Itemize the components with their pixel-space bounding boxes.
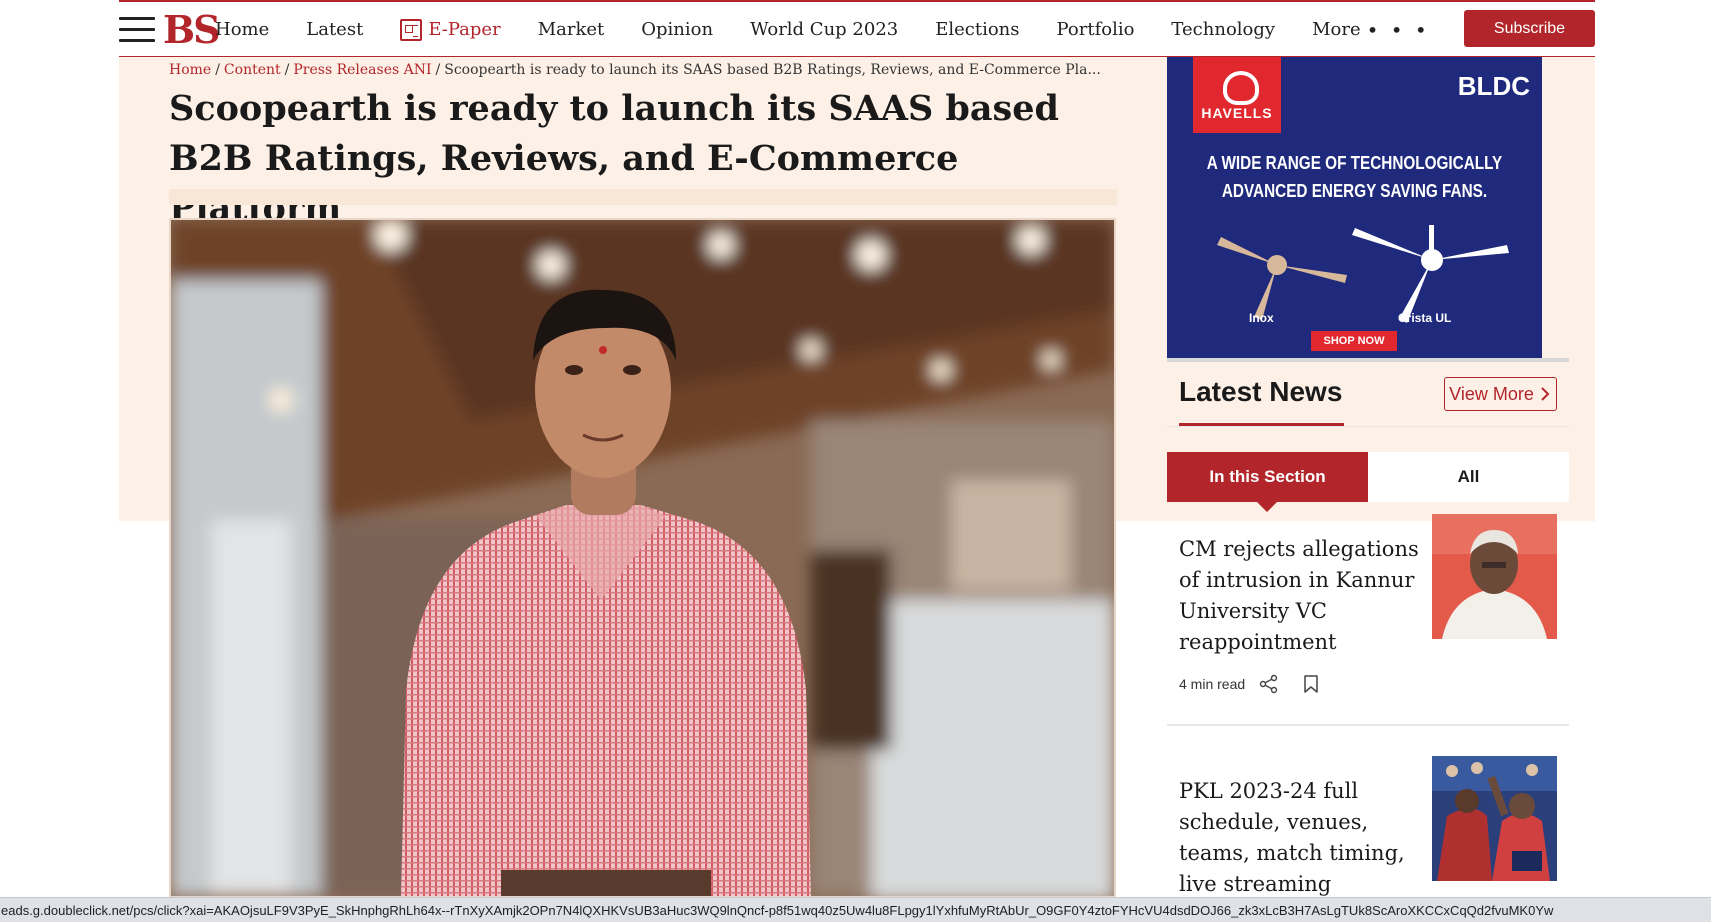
nav-more[interactable]: More • • • bbox=[1312, 18, 1430, 42]
browser-status-bar: eads.g.doubleclick.net/pcs/click?xai=AKA… bbox=[0, 897, 1711, 922]
nav-opinion[interactable]: Opinion bbox=[641, 19, 713, 40]
share-icon[interactable] bbox=[1259, 674, 1279, 694]
subscribe-button[interactable]: Subscribe bbox=[1464, 10, 1595, 47]
title-divider bbox=[169, 189, 1117, 205]
ceiling-fans-image bbox=[1217, 225, 1509, 323]
status-url: eads.g.doubleclick.net/pcs/click?xai=AKA… bbox=[1, 903, 1554, 918]
view-more-button[interactable]: View More bbox=[1444, 377, 1557, 411]
latest-news-divider bbox=[1167, 426, 1569, 427]
latest-news-heading: Latest News bbox=[1179, 376, 1343, 407]
top-navigation: BS Home Latest E-Paper Market Opinion Wo… bbox=[119, 0, 1595, 57]
news-headline[interactable]: PKL 2023-24 full schedule, venues, teams… bbox=[1179, 776, 1419, 900]
main-menu: Home Latest E-Paper Market Opinion World… bbox=[215, 2, 1467, 57]
news-item[interactable]: CM rejects allegations of intrusion in K… bbox=[1179, 514, 1569, 694]
breadcrumb-content[interactable]: Content bbox=[224, 62, 281, 78]
nav-home[interactable]: Home bbox=[215, 19, 269, 40]
breadcrumb-press-releases[interactable]: Press Releases ANI bbox=[293, 62, 431, 78]
ad-divider bbox=[1167, 358, 1569, 362]
nav-market[interactable]: Market bbox=[538, 19, 605, 40]
breadcrumb-current: Scoopearth is ready to launch its SAAS b… bbox=[444, 62, 1101, 78]
bldc-logo: BLDC bbox=[1457, 71, 1530, 101]
site-logo[interactable]: BS bbox=[163, 7, 221, 52]
nav-technology[interactable]: Technology bbox=[1171, 19, 1275, 40]
nav-elections[interactable]: Elections bbox=[935, 19, 1019, 40]
news-thumbnail[interactable] bbox=[1432, 756, 1557, 881]
article-title: Scoopearth is ready to launch its SAAS b… bbox=[169, 88, 1060, 229]
ad-tagline: A WIDE RANGE OF TECHNOLOGICALLY ADVANCED… bbox=[1195, 149, 1514, 205]
hamburger-menu-icon[interactable] bbox=[119, 17, 155, 45]
breadcrumb-separator: / bbox=[215, 62, 220, 78]
nav-portfolio[interactable]: Portfolio bbox=[1057, 19, 1135, 40]
havells-logo: HAVELLS bbox=[1193, 57, 1281, 133]
fan-label-crista: Crista UL bbox=[1398, 311, 1452, 325]
bookmark-icon[interactable] bbox=[1303, 674, 1319, 694]
ad-tagline-line-1: A WIDE RANGE OF TECHNOLOGICALLY bbox=[1206, 153, 1503, 173]
nav-world-cup[interactable]: World Cup 2023 bbox=[750, 19, 898, 40]
nav-more-label: More bbox=[1312, 19, 1361, 40]
news-thumbnail[interactable] bbox=[1432, 514, 1557, 639]
view-more-label: View More bbox=[1449, 383, 1534, 404]
newspaper-icon bbox=[400, 18, 423, 41]
breadcrumb-separator: / bbox=[284, 62, 290, 78]
news-meta: 4 min read bbox=[1179, 674, 1569, 694]
more-dots-icon: • • • bbox=[1366, 17, 1430, 42]
nav-epaper[interactable]: E-Paper bbox=[400, 18, 501, 41]
shop-now-button[interactable]: SHOP NOW bbox=[1311, 331, 1397, 351]
news-headline[interactable]: CM rejects allegations of intrusion in K… bbox=[1179, 534, 1419, 658]
news-item[interactable]: PKL 2023-24 full schedule, venues, teams… bbox=[1179, 756, 1569, 900]
fan-label-inox: Inox bbox=[1249, 311, 1274, 325]
read-time: 4 min read bbox=[1179, 676, 1246, 692]
nav-latest[interactable]: Latest bbox=[306, 19, 363, 40]
nav-epaper-label: E-Paper bbox=[428, 19, 501, 40]
advertisement-banner[interactable]: HAVELLS BLDC A WIDE RANGE OF TECHNOLOGIC… bbox=[1167, 57, 1542, 359]
breadcrumb: Home / Content / Press Releases ANI / Scoopear… bbox=[169, 62, 1101, 78]
tab-in-this-section[interactable]: In this Section bbox=[1167, 452, 1368, 512]
news-divider bbox=[1167, 724, 1569, 726]
chevron-right-icon bbox=[1541, 387, 1550, 401]
tab-all[interactable]: All bbox=[1368, 452, 1569, 502]
article-hero-image bbox=[169, 218, 1116, 898]
section-tabs: In this Section All bbox=[1167, 452, 1569, 512]
ad-tagline-line-2: ADVANCED ENERGY SAVING FANS. bbox=[1221, 181, 1488, 201]
breadcrumb-separator: / bbox=[435, 62, 441, 78]
breadcrumb-home[interactable]: Home bbox=[169, 62, 211, 78]
